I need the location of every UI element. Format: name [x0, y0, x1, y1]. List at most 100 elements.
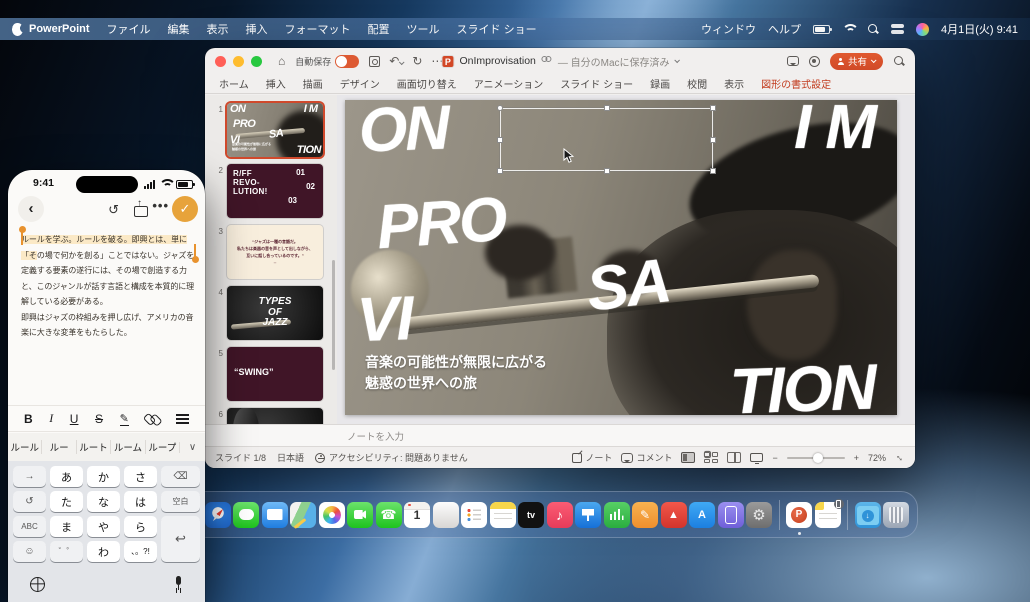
dock-phone-icon[interactable]: ☎	[376, 502, 402, 528]
record-icon[interactable]	[809, 56, 820, 67]
resize-handle[interactable]	[710, 137, 716, 143]
dock-trash-icon[interactable]	[883, 502, 909, 528]
comments-button[interactable]: コメント	[621, 451, 672, 464]
key-ta[interactable]: た	[50, 491, 83, 512]
suggestion-5[interactable]: ループ	[146, 440, 179, 454]
fit-slide-button[interactable]: ↔	[893, 450, 908, 465]
tab-design[interactable]: デザイン	[340, 76, 380, 91]
siri-icon[interactable]	[916, 23, 929, 36]
presenter-view-button[interactable]	[750, 453, 763, 462]
dock-reminders-icon[interactable]	[461, 502, 487, 528]
resize-handle[interactable]	[604, 168, 610, 174]
saved-status[interactable]: — 自分のMacに保存済み	[558, 54, 670, 69]
resize-handle[interactable]	[497, 105, 503, 111]
menu-insert[interactable]: 挿入	[246, 21, 268, 37]
note-text[interactable]: の場で何かを創る」ことではない。ジャズを定義する要素の遂行には、その場で創造する…	[21, 251, 194, 307]
done-button[interactable]: ✓	[172, 196, 198, 222]
share-button[interactable]: 共有	[830, 53, 883, 70]
dock-maps-icon[interactable]	[290, 502, 316, 528]
menu-format[interactable]: フォーマット	[285, 21, 351, 37]
tab-home[interactable]: ホーム	[219, 76, 249, 91]
link-icon[interactable]	[142, 409, 162, 429]
tab-view[interactable]: 表示	[724, 76, 744, 91]
zoom-slider[interactable]	[787, 457, 845, 459]
slide-thumbnail-6[interactable]	[227, 408, 323, 424]
slide-editor-area[interactable]: ON IM PRO VI SA TION 音楽の可能性が無限に広がる魅惑の世界へ…	[337, 95, 915, 424]
suggestion-3[interactable]: ルート	[77, 440, 111, 454]
suggestion-2[interactable]: ルー	[42, 440, 76, 454]
close-button[interactable]	[215, 56, 226, 67]
menu-tools[interactable]: ツール	[407, 21, 440, 37]
zoom-slider-knob[interactable]	[813, 453, 823, 463]
dock-numbers-icon[interactable]	[604, 502, 630, 528]
resize-handle[interactable]	[497, 168, 503, 174]
key-return[interactable]: ↩	[161, 516, 200, 562]
share-button-iphone[interactable]	[134, 202, 147, 216]
zoom-percentage[interactable]: 72%	[868, 453, 886, 463]
minimize-button[interactable]	[233, 56, 244, 67]
dock-powerpoint-icon[interactable]	[786, 502, 812, 528]
language-indicator[interactable]: 日本語	[277, 451, 304, 464]
key-a[interactable]: あ	[50, 466, 83, 487]
apple-menu-icon[interactable]	[12, 23, 23, 36]
key-emoji[interactable]: ☺	[13, 541, 46, 562]
zoom-button[interactable]	[251, 56, 262, 67]
menu-view[interactable]: 表示	[207, 21, 229, 37]
tab-shape-format[interactable]: 図形の書式設定	[761, 76, 831, 91]
key-cursor-right[interactable]: →	[13, 466, 46, 487]
reading-view-button[interactable]	[727, 452, 741, 463]
key-punctuation[interactable]: 、。?!	[124, 541, 157, 562]
notes-button[interactable]: ノート	[572, 451, 612, 464]
dock-pages-icon[interactable]: ✎	[632, 502, 658, 528]
tab-transitions[interactable]: 画面切り替え	[397, 76, 457, 91]
selection-start-bar[interactable]	[21, 232, 23, 245]
dock-calendar-icon[interactable]: 1	[404, 502, 430, 528]
comments-icon[interactable]	[787, 56, 799, 66]
tab-review[interactable]: 校閲	[687, 76, 707, 91]
underline-button[interactable]: U	[70, 412, 79, 426]
menu-help[interactable]: ヘルプ	[768, 21, 801, 37]
dock-keynote-icon[interactable]	[575, 502, 601, 528]
menu-arrange[interactable]: 配置	[368, 21, 390, 37]
note-body-text[interactable]: ルールを学ぶ。ルールを破る。即興とは、単に「その場で何かを創る」ことではない。ジ…	[21, 232, 197, 341]
key-space[interactable]: 空白	[161, 491, 200, 512]
key-delete[interactable]: ⌫	[161, 466, 200, 487]
ppt-search-icon[interactable]	[893, 55, 905, 67]
slide-thumbnail-1[interactable]: ON IM PRO VI SA TION 音楽の可能性が無限に広がる魅惑の世界へ…	[227, 103, 323, 157]
italic-button[interactable]: I	[49, 411, 53, 426]
tab-draw[interactable]: 描画	[303, 76, 323, 91]
slide-thumbnail-5[interactable]: “SWING”	[227, 347, 323, 401]
dock-music-icon[interactable]: ♪	[547, 502, 573, 528]
resize-handle[interactable]	[710, 168, 716, 174]
more-button[interactable]: •••	[152, 198, 169, 213]
dock-appstore-icon[interactable]: A	[689, 502, 715, 528]
battery-icon[interactable]	[813, 25, 830, 34]
accessibility-status[interactable]: アクセシビリティ: 問題ありません	[315, 451, 468, 464]
menu-clock[interactable]: 4月1日(火) 9:41	[941, 21, 1018, 37]
tab-record[interactable]: 録画	[650, 76, 670, 91]
zoom-in-button[interactable]: +	[854, 453, 859, 463]
autosave-toggle[interactable]	[335, 55, 359, 68]
dock-contacts-icon[interactable]	[433, 502, 459, 528]
list-format-icon[interactable]	[176, 413, 189, 424]
resize-handle[interactable]	[604, 105, 610, 111]
title-chevron-icon[interactable]	[674, 57, 680, 63]
key-ha[interactable]: は	[124, 491, 157, 512]
wifi-icon[interactable]	[842, 24, 855, 34]
control-center-icon[interactable]	[891, 23, 904, 36]
dock-safari-icon[interactable]	[205, 502, 231, 528]
slide-canvas[interactable]: ON IM PRO VI SA TION 音楽の可能性が無限に広がる魅惑の世界へ…	[345, 100, 897, 415]
save-icon[interactable]	[369, 56, 380, 67]
key-wa[interactable]: わ	[87, 541, 120, 562]
key-abc[interactable]: ABC	[13, 516, 46, 537]
suggestion-4[interactable]: ルーム	[111, 440, 145, 454]
zoom-out-button[interactable]: −	[772, 453, 777, 463]
undo-icon[interactable]: ↶	[389, 55, 403, 67]
key-sa[interactable]: さ	[124, 466, 157, 487]
key-undo[interactable]: ↺	[13, 491, 46, 512]
slide-thumbnail-4[interactable]: TYPESOFJAZZ	[227, 286, 323, 340]
dock-mail-icon[interactable]	[262, 502, 288, 528]
dock-photos-icon[interactable]	[319, 502, 345, 528]
resize-handle[interactable]	[710, 105, 716, 111]
tab-animations[interactable]: アニメーション	[474, 76, 544, 91]
